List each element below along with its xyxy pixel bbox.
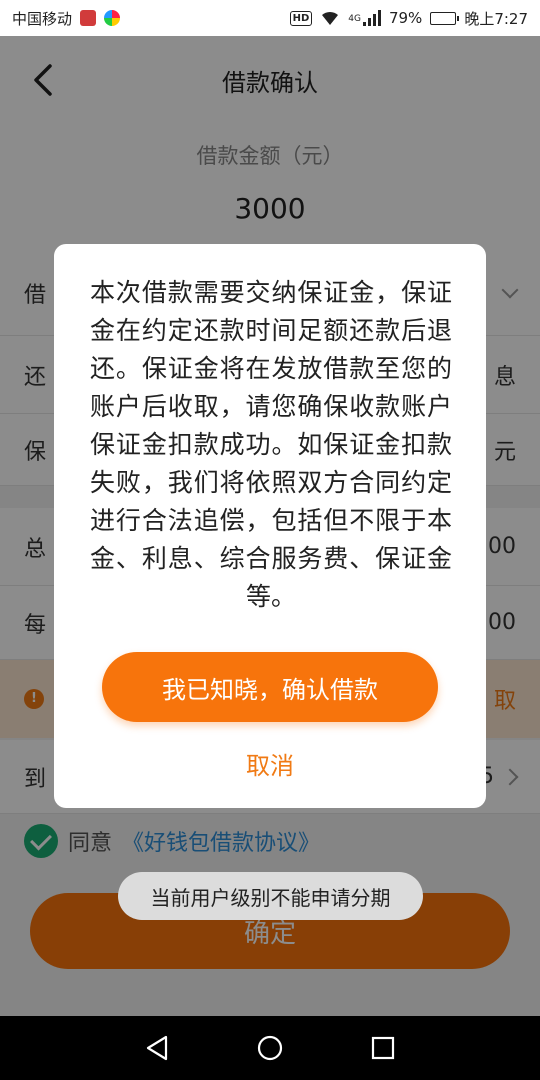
system-nav-bar [0,1016,540,1080]
triangle-back-icon [146,1035,167,1061]
battery-percent: 79% [388,9,423,27]
app-notification-icon-2 [104,10,121,26]
battery-icon [430,11,460,25]
nav-recents-button[interactable] [363,1028,403,1068]
nav-back-button[interactable] [137,1028,177,1068]
cancel-button[interactable]: 取消 [54,744,486,788]
square-recents-icon [372,1036,395,1060]
toast-message: 当前用户级别不能申请分期 [118,872,423,920]
status-bar: 中国移动 HD 4G 79% 晚上7:27 [0,0,540,36]
carrier-name: 中国移动 [12,9,73,28]
app-notification-icon [80,10,97,26]
wifi-icon [322,11,339,25]
signal-icon [362,10,381,26]
acknowledge-confirm-button[interactable]: 我已知晓，确认借款 [102,652,438,722]
deposit-dialog: 本次借款需要交纳保证金，保证金在约定还款时间足额还款后退还。保证金将在发放借款至… [54,244,486,808]
nav-home-button[interactable] [250,1028,290,1068]
circle-home-icon [257,1035,283,1061]
clock: 晚上7:27 [464,9,528,28]
dialog-message: 本次借款需要交纳保证金，保证金在约定还款时间足额还款后退还。保证金将在发放借款至… [90,278,452,611]
hd-icon: HD [289,10,313,26]
network-type: 4G [348,13,361,24]
